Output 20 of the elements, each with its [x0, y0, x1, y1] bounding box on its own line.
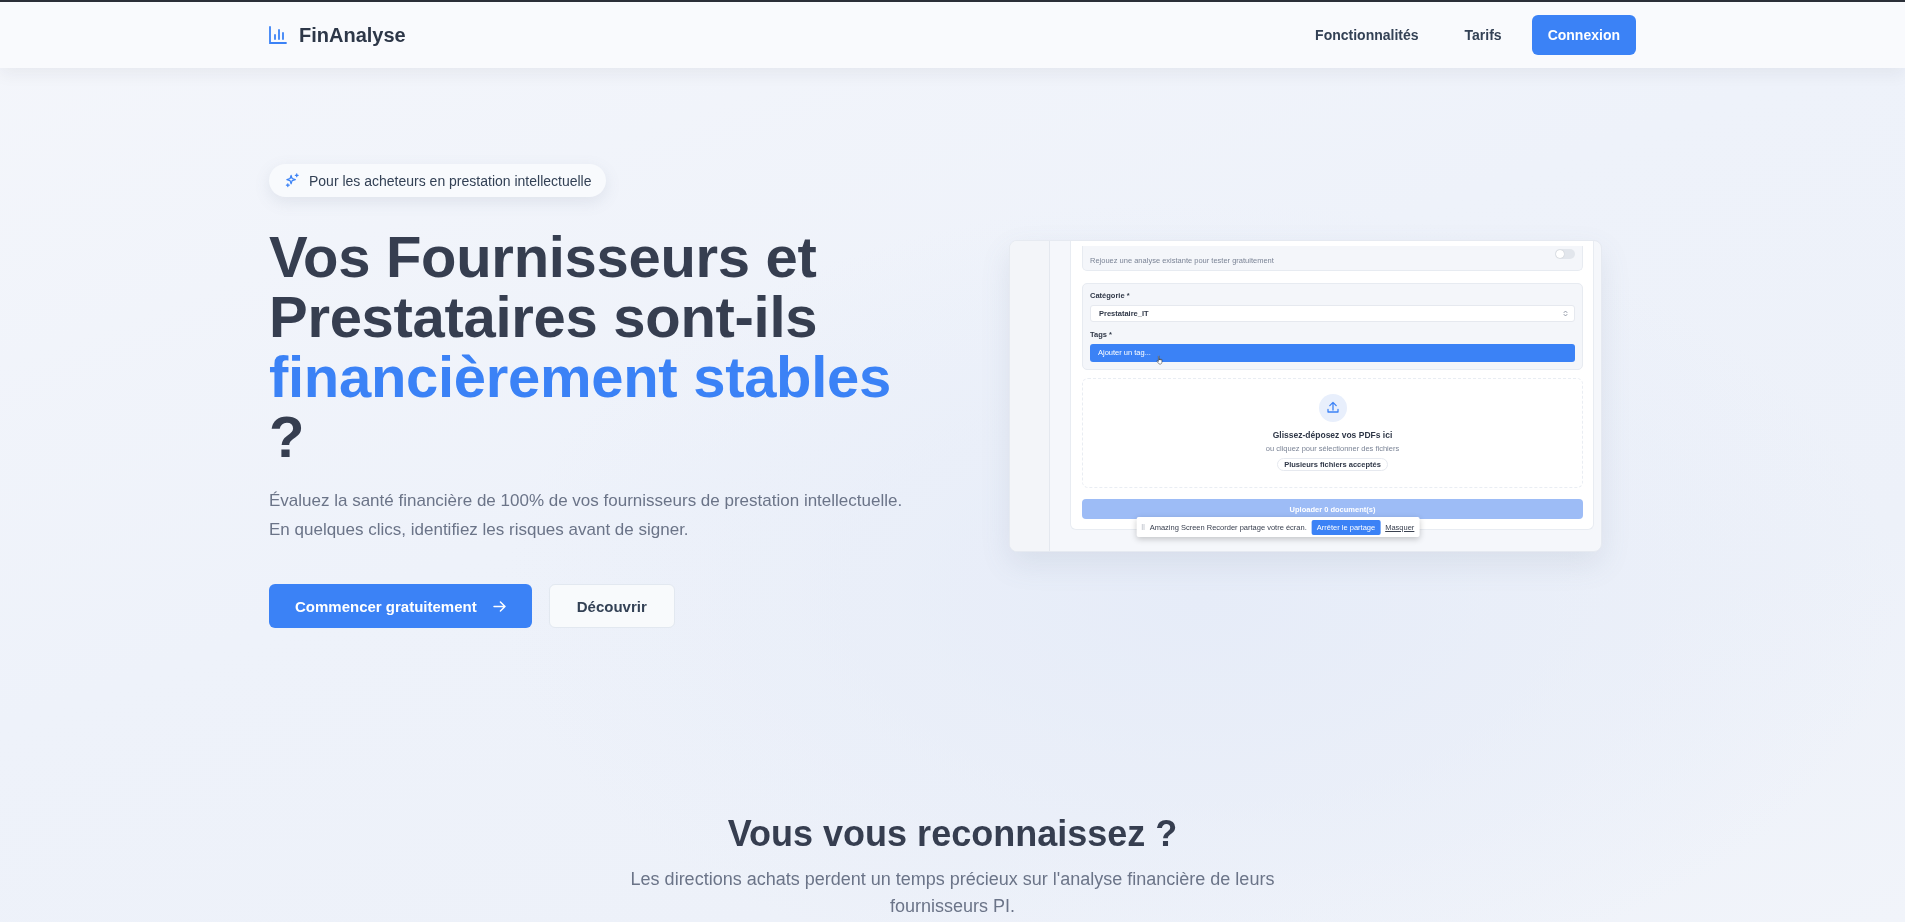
section-heading: Vous vous reconnaissez ? [727, 812, 1178, 856]
hand-cursor-icon [1156, 355, 1164, 365]
hero-description: Évaluez la santé financière de 100% de vos fournisseurs de prestation intellectuelle. En quelques clics, identifiez les risques avant de signer. [269, 490, 903, 541]
discover-button[interactable]: Découvrir [548, 584, 675, 628]
nav-link[interactable]: Fonctionnalités [1299, 19, 1435, 51]
logo-text[interactable]: FinAnalyse [299, 23, 406, 47]
start-button[interactable]: Commencer gratuitement [269, 584, 532, 628]
arrow-right-icon [492, 600, 506, 612]
chevron-updown-icon [1563, 309, 1568, 317]
drag-handle-icon[interactable] [1141, 524, 1145, 530]
section-subtitle: Les directions achats perdent un temps précieux sur l'analyse financière de leurs fournisseurs PI. [629, 868, 1276, 918]
hero-heading: Vos Fournisseurs et Prestataires sont-ils financièrement stables ? [269, 227, 892, 467]
login-button[interactable]: Connexion [1531, 15, 1636, 55]
badge-text: Pour les acheteurs en prestation intellectuelle [309, 172, 592, 189]
drop-zone-title: Glissez-déposez vos PDFs ici [1272, 428, 1393, 441]
upload-icon [1318, 393, 1347, 422]
sparkles-icon [285, 173, 300, 188]
bar-chart-icon [269, 26, 287, 44]
toggle-switch[interactable] [1555, 249, 1575, 259]
nav-link[interactable]: Tarifs [1448, 19, 1518, 51]
